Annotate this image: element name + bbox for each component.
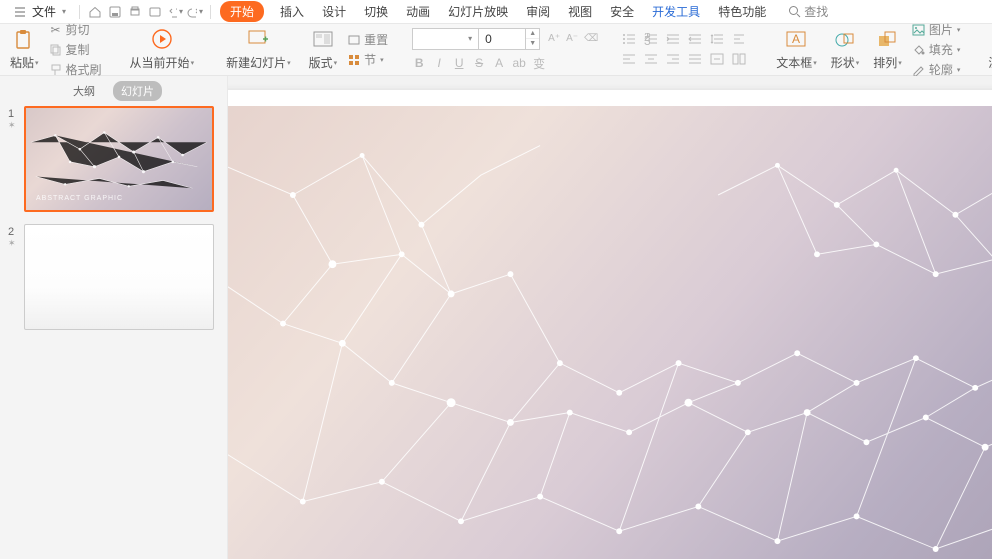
ribbon: 粘贴▾ ✂剪切 复制 格式刷 从当前开始▾ 新建幻灯片▾ 版式▾ 重置 节▾	[0, 24, 992, 76]
bold-button[interactable]: B	[412, 56, 426, 70]
picture-button[interactable]: 图片▾	[912, 21, 961, 38]
align-right-button[interactable]	[666, 53, 682, 67]
bullets-button[interactable]	[622, 33, 638, 47]
slide-panel: 大纲 幻灯片 1 ✶ ABSTR	[0, 76, 228, 559]
slide-canvas[interactable]	[228, 76, 992, 559]
align-vert-button[interactable]	[710, 53, 726, 67]
strike-button[interactable]: S	[472, 56, 486, 70]
tab-devtools[interactable]: 开发工具	[650, 1, 702, 22]
qat-undo-icon[interactable]: ▾	[167, 4, 183, 20]
ribbon-search[interactable]: 查找	[788, 3, 828, 20]
file-label: 文件	[32, 3, 56, 20]
arrange-button[interactable]: 排列▾	[869, 26, 906, 73]
side-tab-outline[interactable]: 大纲	[65, 81, 103, 101]
thumb-caption: ABSTRACT GRAPHIC	[36, 195, 123, 202]
bucket-icon	[912, 43, 926, 57]
scissors-icon: ✂	[49, 23, 63, 37]
pen-icon	[912, 63, 926, 77]
text-direction-button[interactable]	[732, 33, 748, 47]
italic-button[interactable]: I	[432, 56, 446, 70]
search-label: 查找	[804, 3, 828, 20]
ribbon-tabs: 开始 插入 设计 切换 动画 幻灯片放映 审阅 视图 安全 开发工具 特色功能 …	[218, 1, 830, 22]
animation-indicator-icon: ✶	[8, 238, 18, 249]
new-slide-button[interactable]: 新建幻灯片▾	[222, 26, 295, 73]
decrease-font-icon[interactable]: A⁻	[566, 33, 578, 44]
underline-button[interactable]: U	[452, 56, 466, 70]
tab-view[interactable]: 视图	[566, 1, 594, 22]
textbox-icon: A	[784, 28, 808, 52]
highlight-button[interactable]: ab	[512, 56, 526, 70]
align-center-button[interactable]	[644, 53, 660, 67]
align-left-button[interactable]	[622, 53, 638, 67]
tab-special[interactable]: 特色功能	[716, 1, 768, 22]
font-size-stepper[interactable]: ▲▼	[526, 28, 540, 50]
tab-transition[interactable]: 切换	[362, 1, 390, 22]
animation-indicator-icon: ✶	[8, 120, 18, 131]
tab-design[interactable]: 设计	[320, 1, 348, 22]
search-icon	[788, 5, 801, 18]
font-size-input[interactable]: 0	[478, 28, 526, 50]
tab-animation[interactable]: 动画	[404, 1, 432, 22]
line-spacing-button[interactable]	[710, 33, 726, 47]
side-tab-slides[interactable]: 幻灯片	[113, 81, 162, 101]
cut-button[interactable]: ✂剪切	[49, 21, 102, 38]
hamburger-icon	[12, 4, 28, 20]
shapes-icon	[833, 28, 857, 52]
fill-button[interactable]: 填充▾	[912, 41, 961, 58]
slide-network-graphic	[228, 106, 992, 559]
layout-icon	[311, 28, 335, 52]
qat-save-icon[interactable]	[107, 4, 123, 20]
slide-thumb-2[interactable]: 2 ✶	[8, 224, 219, 330]
textbox-button[interactable]: A 文本框▾	[772, 26, 821, 73]
qat-print-icon[interactable]	[127, 4, 143, 20]
tab-insert[interactable]: 插入	[278, 1, 306, 22]
section-icon	[347, 53, 361, 67]
arrange-icon	[876, 28, 900, 52]
paste-button[interactable]: 粘贴▾	[6, 26, 43, 73]
columns-button[interactable]	[732, 53, 748, 67]
paste-icon	[12, 28, 36, 52]
copy-icon	[49, 43, 63, 57]
picture-icon	[912, 23, 926, 37]
align-justify-button[interactable]	[688, 53, 704, 67]
increase-font-icon[interactable]: A⁺	[548, 33, 560, 44]
play-from-current-button[interactable]: 从当前开始▾	[126, 26, 199, 73]
demo-tools-button[interactable]: 演示工具▾	[984, 26, 992, 73]
file-menu[interactable]: 文件 ▾	[6, 1, 72, 22]
numbering-button[interactable]: 123	[644, 33, 660, 47]
brush-icon	[49, 63, 63, 77]
slide-page	[228, 90, 992, 559]
play-icon	[150, 28, 174, 52]
qat-redo-icon[interactable]: ▾	[187, 4, 203, 20]
clear-format-icon[interactable]: ⌫	[584, 33, 598, 44]
layout-button[interactable]: 版式▾	[305, 26, 342, 73]
copy-button[interactable]: 复制	[49, 41, 102, 58]
indent-dec-button[interactable]	[666, 33, 682, 47]
tab-review[interactable]: 审阅	[524, 1, 552, 22]
reset-icon	[347, 33, 361, 47]
indent-inc-button[interactable]	[688, 33, 704, 47]
shapes-button[interactable]: 形状▾	[827, 26, 864, 73]
chevron-down-icon: ▾	[62, 7, 66, 16]
new-slide-icon	[246, 28, 270, 52]
svg-text:A: A	[792, 32, 800, 46]
asian-layout-button[interactable]: 变	[532, 55, 546, 72]
tab-slideshow[interactable]: 幻灯片放映	[446, 1, 510, 22]
tab-start[interactable]: 开始	[220, 1, 264, 22]
tab-security[interactable]: 安全	[608, 1, 636, 22]
font-color-button[interactable]: A	[492, 56, 506, 70]
qat-preview-icon[interactable]	[147, 4, 163, 20]
qat-home-icon[interactable]	[87, 4, 103, 20]
slide-thumb-1[interactable]: 1 ✶ ABSTRACT GRAPHIC	[8, 106, 219, 212]
reset-button[interactable]: 重置	[347, 31, 388, 48]
section-button[interactable]: 节▾	[347, 51, 388, 68]
